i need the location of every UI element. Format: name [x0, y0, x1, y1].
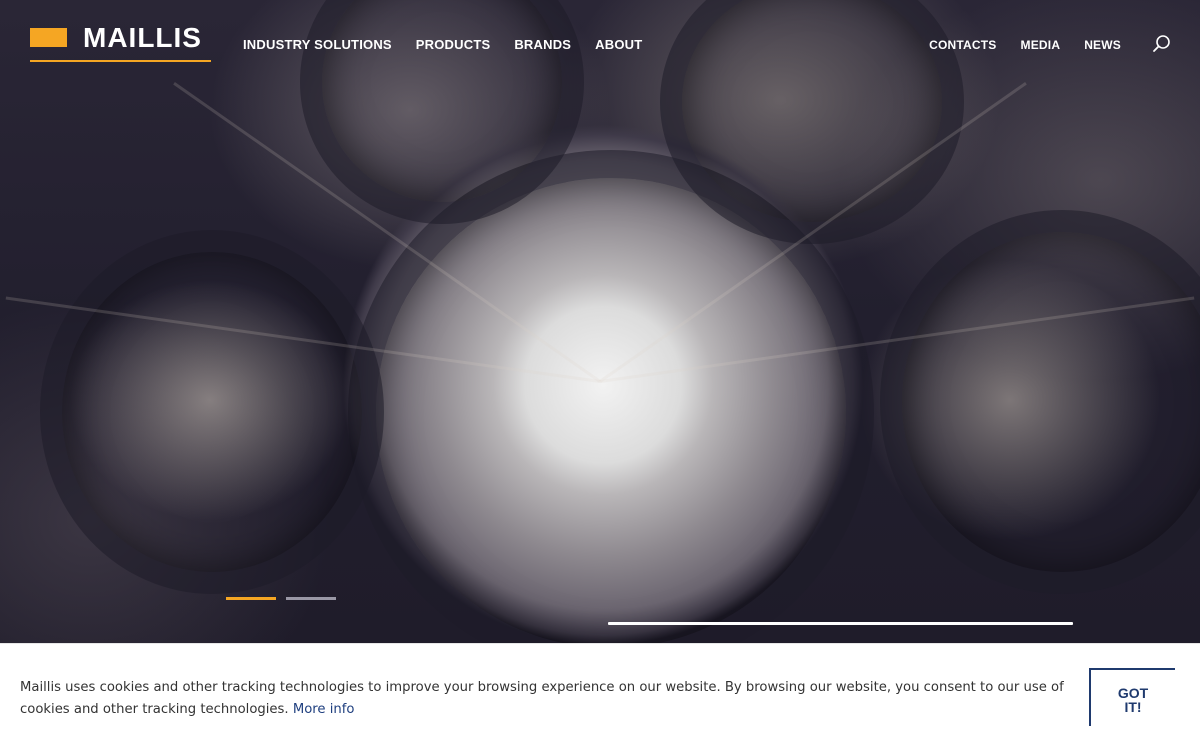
nav-products[interactable]: PRODUCTS — [416, 37, 491, 52]
pipe-ring — [880, 210, 1200, 594]
slider-dot-2[interactable] — [286, 597, 336, 600]
search-icon[interactable] — [1152, 34, 1172, 54]
nav-about[interactable]: ABOUT — [595, 37, 642, 52]
logo-text: MAILLIS — [83, 22, 202, 53]
cookie-message-text: Maillis uses cookies and other tracking … — [20, 680, 1064, 717]
pipe-ring — [40, 230, 384, 594]
logo-underline — [30, 60, 211, 62]
maillis-logo[interactable]: MAILLIS — [30, 23, 211, 62]
got-it-label: GOT IT! — [1117, 685, 1149, 715]
cookie-message: Maillis uses cookies and other tracking … — [20, 677, 1080, 721]
slide-progress-bar — [608, 622, 1073, 625]
nav-media[interactable]: MEDIA — [1021, 38, 1061, 52]
main-navigation: INDUSTRY SOLUTIONS PRODUCTS BRANDS ABOUT — [243, 37, 642, 52]
hero-background — [0, 0, 1200, 643]
nav-brands[interactable]: BRANDS — [514, 37, 571, 52]
slider-dot-1[interactable] — [226, 597, 276, 600]
nav-news[interactable]: NEWS — [1084, 38, 1121, 52]
more-info-link[interactable]: More info — [293, 702, 355, 717]
secondary-navigation: CONTACTS MEDIA NEWS — [929, 38, 1121, 52]
nav-industry-solutions[interactable]: INDUSTRY SOLUTIONS — [243, 37, 392, 52]
nav-contacts[interactable]: CONTACTS — [929, 38, 996, 52]
logo-mark — [30, 28, 67, 47]
got-it-button[interactable]: GOT IT! — [1089, 668, 1175, 726]
cookie-banner: Maillis uses cookies and other tracking … — [0, 643, 1200, 751]
